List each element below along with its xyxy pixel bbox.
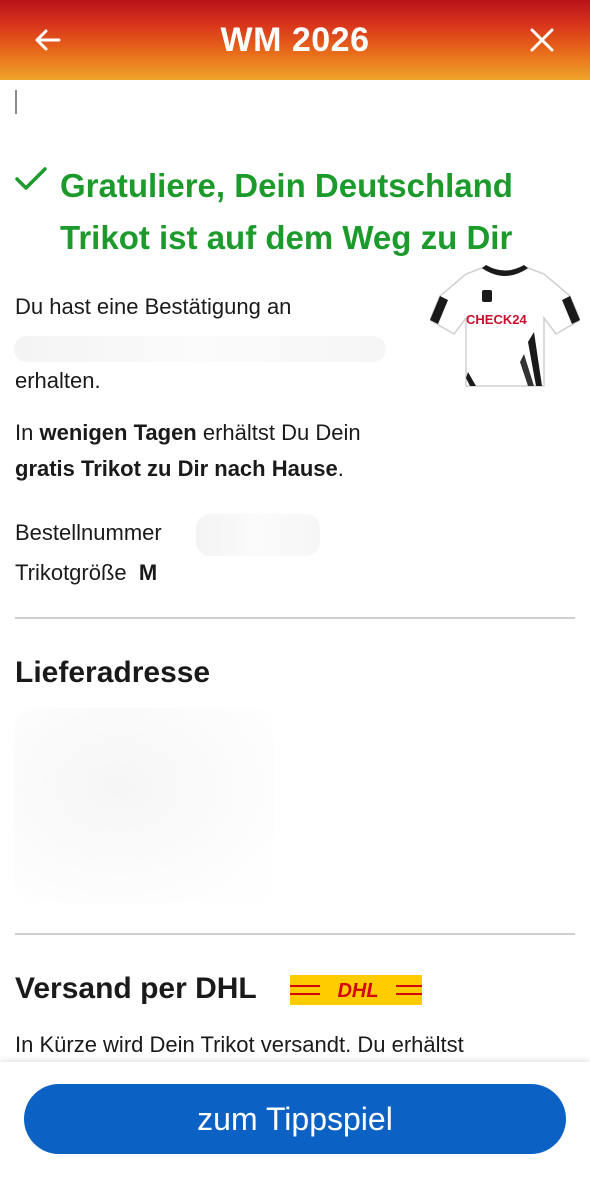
size-value: M: [138, 560, 158, 585]
jersey-image: CHECK24: [430, 265, 580, 387]
redacted-address: [14, 708, 274, 903]
dhl-logo: DHL: [290, 975, 422, 1005]
headline-line-1: Gratuliere, Dein Deutschland: [60, 167, 513, 204]
headline-line-2: Trikot ist auf dem Weg zu Dir: [60, 219, 513, 256]
size-label: Trikotgröße: [15, 560, 127, 585]
shipping-title: Versand per DHL: [15, 972, 257, 1005]
page-title: WM 2026: [220, 20, 370, 59]
shipping-text: In Kürze wird Dein Trikot versandt. Du e…: [15, 1032, 464, 1057]
close-icon: [530, 28, 554, 52]
dhl-logo-text: DHL: [337, 980, 378, 1002]
arrow-left-icon: [35, 29, 61, 51]
jersey-brand-text: CHECK24: [466, 312, 527, 327]
redacted-order-number: [196, 514, 320, 556]
section-divider: [15, 933, 575, 935]
text-cursor: [15, 90, 17, 114]
delivery-address-title: Lieferadresse: [15, 656, 211, 689]
back-button[interactable]: [24, 16, 72, 64]
delivery-text-line-2: gratis Trikot zu Dir nach Hause.: [15, 456, 344, 481]
size-row: Trikotgröße M: [15, 560, 157, 586]
email-received-text: erhalten.: [15, 368, 101, 393]
redacted-email: [14, 336, 386, 362]
delivery-text-line-1: In wenigen Tagen erhältst Du Dein: [15, 420, 361, 445]
email-confirmation-text: Du hast eine Bestätigung an: [15, 294, 292, 319]
close-button[interactable]: [518, 16, 566, 64]
checkmark-icon: [15, 167, 47, 190]
section-divider: [15, 617, 575, 619]
order-number-label: Bestellnummer: [15, 520, 162, 545]
tippspiel-button[interactable]: zum Tippspiel: [24, 1084, 566, 1154]
app-header: WM 2026: [0, 0, 590, 80]
